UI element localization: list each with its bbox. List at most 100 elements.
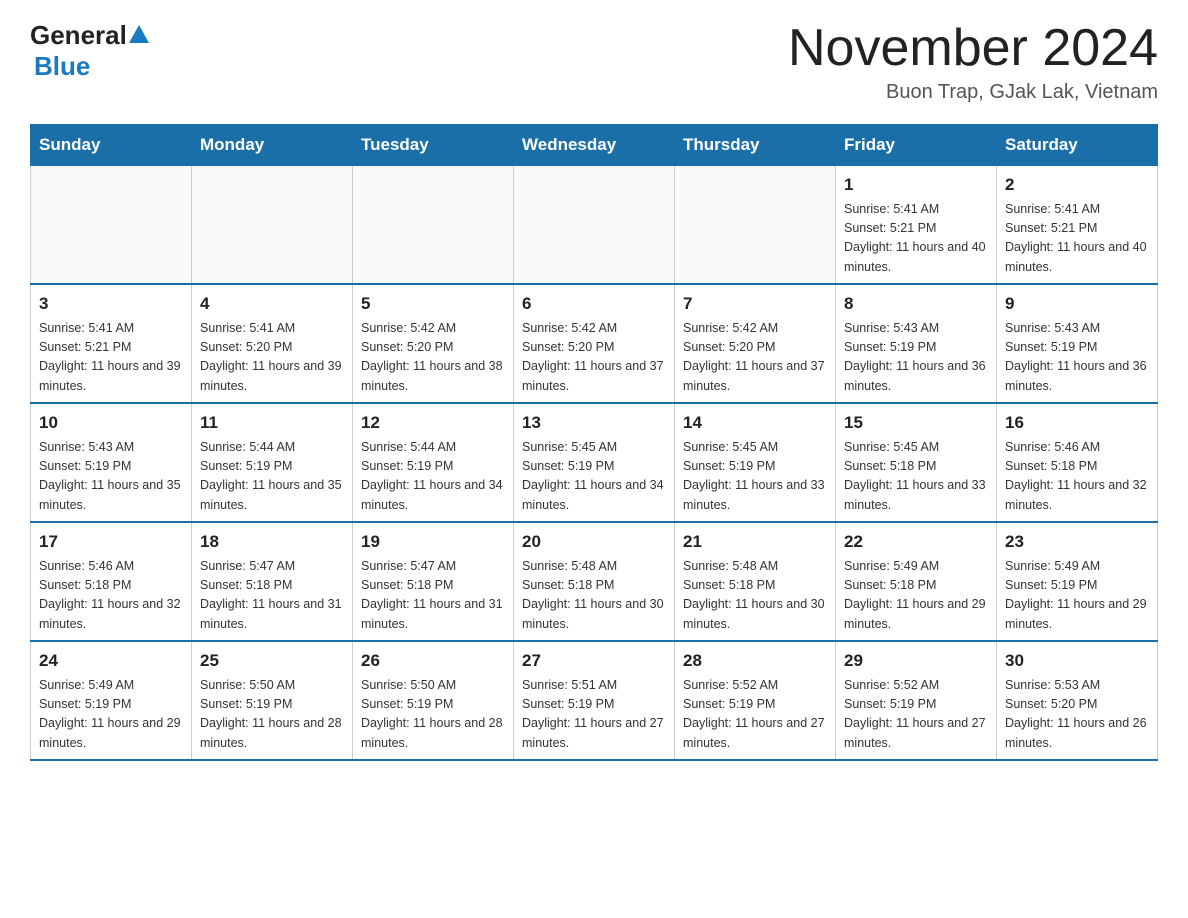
day-of-week-header: Saturday: [997, 125, 1158, 166]
calendar-day-cell: 6Sunrise: 5:42 AM Sunset: 5:20 PM Daylig…: [514, 284, 675, 403]
calendar-week-row: 17Sunrise: 5:46 AM Sunset: 5:18 PM Dayli…: [31, 522, 1158, 641]
calendar-day-cell: 10Sunrise: 5:43 AM Sunset: 5:19 PM Dayli…: [31, 403, 192, 522]
day-info: Sunrise: 5:52 AM Sunset: 5:19 PM Dayligh…: [683, 676, 827, 754]
calendar-day-cell: 14Sunrise: 5:45 AM Sunset: 5:19 PM Dayli…: [675, 403, 836, 522]
day-info: Sunrise: 5:44 AM Sunset: 5:19 PM Dayligh…: [200, 438, 344, 516]
calendar-day-cell: 9Sunrise: 5:43 AM Sunset: 5:19 PM Daylig…: [997, 284, 1158, 403]
calendar-day-cell: [514, 166, 675, 285]
day-info: Sunrise: 5:51 AM Sunset: 5:19 PM Dayligh…: [522, 676, 666, 754]
day-number: 24: [39, 648, 183, 674]
calendar-day-cell: 7Sunrise: 5:42 AM Sunset: 5:20 PM Daylig…: [675, 284, 836, 403]
day-number: 25: [200, 648, 344, 674]
day-of-week-header: Friday: [836, 125, 997, 166]
day-number: 28: [683, 648, 827, 674]
calendar-day-cell: [353, 166, 514, 285]
day-number: 5: [361, 291, 505, 317]
calendar-day-cell: 28Sunrise: 5:52 AM Sunset: 5:19 PM Dayli…: [675, 641, 836, 760]
day-info: Sunrise: 5:41 AM Sunset: 5:21 PM Dayligh…: [39, 319, 183, 397]
day-info: Sunrise: 5:50 AM Sunset: 5:19 PM Dayligh…: [200, 676, 344, 754]
day-number: 10: [39, 410, 183, 436]
day-number: 6: [522, 291, 666, 317]
calendar-day-cell: [675, 166, 836, 285]
day-info: Sunrise: 5:41 AM Sunset: 5:20 PM Dayligh…: [200, 319, 344, 397]
day-info: Sunrise: 5:46 AM Sunset: 5:18 PM Dayligh…: [1005, 438, 1149, 516]
day-info: Sunrise: 5:45 AM Sunset: 5:19 PM Dayligh…: [522, 438, 666, 516]
day-info: Sunrise: 5:43 AM Sunset: 5:19 PM Dayligh…: [844, 319, 988, 397]
day-number: 17: [39, 529, 183, 555]
calendar-day-cell: 12Sunrise: 5:44 AM Sunset: 5:19 PM Dayli…: [353, 403, 514, 522]
logo: General Blue: [30, 20, 150, 82]
day-number: 19: [361, 529, 505, 555]
calendar-day-cell: 22Sunrise: 5:49 AM Sunset: 5:18 PM Dayli…: [836, 522, 997, 641]
calendar-week-row: 24Sunrise: 5:49 AM Sunset: 5:19 PM Dayli…: [31, 641, 1158, 760]
calendar-day-cell: 25Sunrise: 5:50 AM Sunset: 5:19 PM Dayli…: [192, 641, 353, 760]
day-info: Sunrise: 5:49 AM Sunset: 5:18 PM Dayligh…: [844, 557, 988, 635]
calendar-day-cell: 4Sunrise: 5:41 AM Sunset: 5:20 PM Daylig…: [192, 284, 353, 403]
day-number: 2: [1005, 172, 1149, 198]
day-info: Sunrise: 5:41 AM Sunset: 5:21 PM Dayligh…: [1005, 200, 1149, 278]
day-number: 29: [844, 648, 988, 674]
calendar-day-cell: 24Sunrise: 5:49 AM Sunset: 5:19 PM Dayli…: [31, 641, 192, 760]
day-number: 20: [522, 529, 666, 555]
calendar-day-cell: 1Sunrise: 5:41 AM Sunset: 5:21 PM Daylig…: [836, 166, 997, 285]
day-of-week-header: Wednesday: [514, 125, 675, 166]
calendar-day-cell: 16Sunrise: 5:46 AM Sunset: 5:18 PM Dayli…: [997, 403, 1158, 522]
day-info: Sunrise: 5:43 AM Sunset: 5:19 PM Dayligh…: [1005, 319, 1149, 397]
calendar-day-cell: 18Sunrise: 5:47 AM Sunset: 5:18 PM Dayli…: [192, 522, 353, 641]
logo-blue-text: Blue: [34, 51, 90, 81]
day-number: 4: [200, 291, 344, 317]
day-info: Sunrise: 5:42 AM Sunset: 5:20 PM Dayligh…: [361, 319, 505, 397]
day-info: Sunrise: 5:49 AM Sunset: 5:19 PM Dayligh…: [39, 676, 183, 754]
day-info: Sunrise: 5:48 AM Sunset: 5:18 PM Dayligh…: [683, 557, 827, 635]
calendar-week-row: 1Sunrise: 5:41 AM Sunset: 5:21 PM Daylig…: [31, 166, 1158, 285]
calendar-day-cell: 30Sunrise: 5:53 AM Sunset: 5:20 PM Dayli…: [997, 641, 1158, 760]
day-info: Sunrise: 5:41 AM Sunset: 5:21 PM Dayligh…: [844, 200, 988, 278]
day-info: Sunrise: 5:43 AM Sunset: 5:19 PM Dayligh…: [39, 438, 183, 516]
calendar-week-row: 10Sunrise: 5:43 AM Sunset: 5:19 PM Dayli…: [31, 403, 1158, 522]
day-info: Sunrise: 5:42 AM Sunset: 5:20 PM Dayligh…: [522, 319, 666, 397]
day-info: Sunrise: 5:45 AM Sunset: 5:18 PM Dayligh…: [844, 438, 988, 516]
day-number: 1: [844, 172, 988, 198]
calendar-table: SundayMondayTuesdayWednesdayThursdayFrid…: [30, 124, 1158, 761]
day-info: Sunrise: 5:42 AM Sunset: 5:20 PM Dayligh…: [683, 319, 827, 397]
logo-triangle-icon: [129, 22, 149, 50]
day-of-week-header: Sunday: [31, 125, 192, 166]
day-of-week-header: Monday: [192, 125, 353, 166]
calendar-day-cell: 5Sunrise: 5:42 AM Sunset: 5:20 PM Daylig…: [353, 284, 514, 403]
calendar-day-cell: 8Sunrise: 5:43 AM Sunset: 5:19 PM Daylig…: [836, 284, 997, 403]
day-of-week-header: Tuesday: [353, 125, 514, 166]
page-header: General Blue November 2024 Buon Trap, GJ…: [30, 20, 1158, 104]
calendar-day-cell: 3Sunrise: 5:41 AM Sunset: 5:21 PM Daylig…: [31, 284, 192, 403]
day-info: Sunrise: 5:47 AM Sunset: 5:18 PM Dayligh…: [361, 557, 505, 635]
calendar-day-cell: 27Sunrise: 5:51 AM Sunset: 5:19 PM Dayli…: [514, 641, 675, 760]
day-number: 22: [844, 529, 988, 555]
calendar-day-cell: 11Sunrise: 5:44 AM Sunset: 5:19 PM Dayli…: [192, 403, 353, 522]
day-number: 26: [361, 648, 505, 674]
day-number: 11: [200, 410, 344, 436]
title-block: November 2024 Buon Trap, GJak Lak, Vietn…: [788, 20, 1158, 104]
day-number: 7: [683, 291, 827, 317]
day-info: Sunrise: 5:53 AM Sunset: 5:20 PM Dayligh…: [1005, 676, 1149, 754]
calendar-header: SundayMondayTuesdayWednesdayThursdayFrid…: [31, 125, 1158, 166]
day-number: 16: [1005, 410, 1149, 436]
calendar-day-cell: [31, 166, 192, 285]
day-info: Sunrise: 5:48 AM Sunset: 5:18 PM Dayligh…: [522, 557, 666, 635]
day-number: 15: [844, 410, 988, 436]
day-of-week-header: Thursday: [675, 125, 836, 166]
calendar-day-cell: 13Sunrise: 5:45 AM Sunset: 5:19 PM Dayli…: [514, 403, 675, 522]
day-info: Sunrise: 5:45 AM Sunset: 5:19 PM Dayligh…: [683, 438, 827, 516]
day-number: 18: [200, 529, 344, 555]
month-title: November 2024: [788, 20, 1158, 77]
day-info: Sunrise: 5:50 AM Sunset: 5:19 PM Dayligh…: [361, 676, 505, 754]
logo-general-text: General: [30, 20, 127, 51]
day-info: Sunrise: 5:49 AM Sunset: 5:19 PM Dayligh…: [1005, 557, 1149, 635]
calendar-day-cell: 15Sunrise: 5:45 AM Sunset: 5:18 PM Dayli…: [836, 403, 997, 522]
day-number: 21: [683, 529, 827, 555]
day-number: 8: [844, 291, 988, 317]
calendar-day-cell: 29Sunrise: 5:52 AM Sunset: 5:19 PM Dayli…: [836, 641, 997, 760]
day-info: Sunrise: 5:46 AM Sunset: 5:18 PM Dayligh…: [39, 557, 183, 635]
calendar-day-cell: 26Sunrise: 5:50 AM Sunset: 5:19 PM Dayli…: [353, 641, 514, 760]
day-info: Sunrise: 5:47 AM Sunset: 5:18 PM Dayligh…: [200, 557, 344, 635]
day-info: Sunrise: 5:52 AM Sunset: 5:19 PM Dayligh…: [844, 676, 988, 754]
day-number: 12: [361, 410, 505, 436]
